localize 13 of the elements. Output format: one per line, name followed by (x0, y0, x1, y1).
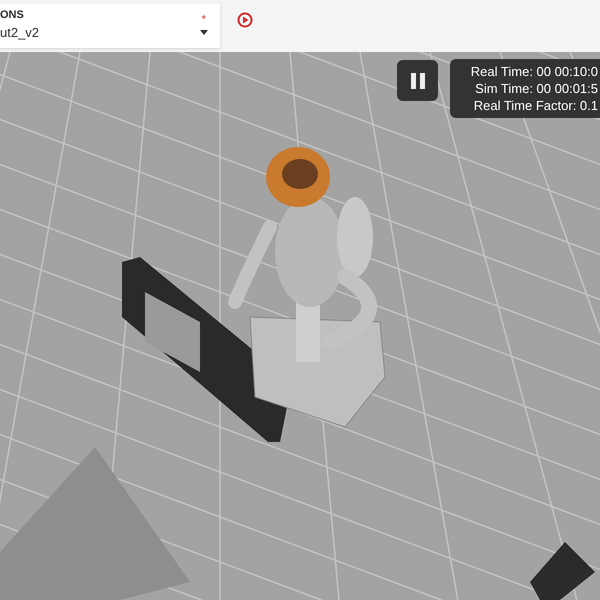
stats-text: Real Time Factor: 0.1 (474, 97, 598, 114)
pause-button[interactable] (397, 60, 438, 101)
object-drawing (530, 542, 595, 600)
field-value: ut2_v2 (0, 24, 40, 42)
field-label: ONS (0, 9, 24, 24)
pause-icon (410, 72, 424, 88)
stats-text: Sim Time: 00 00:01:5 (475, 80, 598, 97)
caret-icon (200, 30, 208, 35)
play-icon[interactable] (237, 12, 253, 28)
3d-viewport[interactable]: Real Time: 00 00:10:0 Sim Time: 00 00:01:5 Real Time Factor: 0.1 (0, 52, 600, 600)
required-mark: * (201, 11, 206, 28)
dropdown-field[interactable]: ONS ut2_v2 * (0, 4, 220, 48)
stats-text: Real Time: 00 00:10:0 (470, 63, 598, 80)
